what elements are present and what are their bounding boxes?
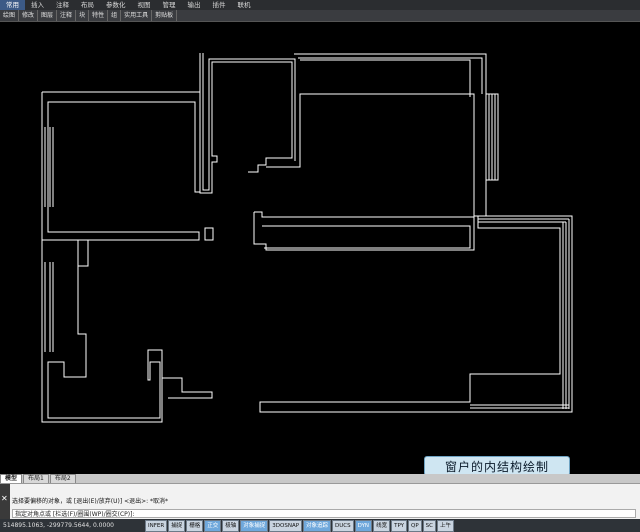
ribbon-tab-0[interactable]: 常用 (0, 0, 25, 10)
status-toggle-7[interactable]: 对象追踪 (303, 519, 332, 532)
wall-line (259, 215, 573, 413)
wall-line (298, 57, 483, 94)
ribbon-tab-9[interactable]: 联机 (232, 0, 257, 10)
wall-line (162, 377, 213, 399)
caption-label: 窗户的内结构绘制 (424, 456, 570, 476)
ribbon-tab-8[interactable]: 插件 (207, 0, 232, 10)
status-toggle-1[interactable]: 捕捉 (168, 519, 186, 532)
status-toggle-9[interactable]: DYN (354, 519, 373, 532)
status-toggle-4[interactable]: 极轴 (222, 519, 240, 532)
ribbon-panel-8[interactable]: 剪贴板 (152, 10, 178, 21)
coordinate-readout: 514895.1063, -299779.5644, 0.0000 (3, 522, 114, 529)
wall-line (41, 92, 200, 241)
status-toggle-5[interactable]: 对象捕捉 (240, 519, 269, 532)
ribbon-panel-2[interactable]: 图层 (38, 10, 58, 21)
status-toggle-12[interactable]: QP (408, 519, 422, 532)
ribbon-panel-bar: 绘图 修改 图层 注释块特性组实用工具 剪贴板 (0, 10, 640, 22)
command-window: ✕ 选择要偏移的对象，或 [退出(E)/放弃(U)] <退出>: *取消* 指定… (0, 483, 640, 520)
wall-line (41, 240, 163, 423)
status-bar: 514895.1063, -299779.5644, 0.0000 INFER 捕… (0, 519, 640, 532)
ribbon-tab-4[interactable]: 参数化 (100, 0, 132, 10)
layout-tab-2[interactable]: 布局2 (49, 474, 76, 483)
wall-line (199, 53, 293, 194)
command-input[interactable]: 指定对角点或 [栏选(F)/圈围(WP)/圈交(CP)]: (12, 509, 636, 518)
status-toggle-0[interactable]: INFER (145, 519, 168, 532)
ribbon-panel-7[interactable]: 实用工具 (121, 10, 153, 21)
layout-tab-bar: 模型 布局1 布局2 (0, 474, 640, 483)
wall-line (300, 59, 471, 97)
ribbon-tab-7[interactable]: 输出 (182, 0, 207, 10)
ribbon-panel-4[interactable]: 块 (76, 10, 90, 21)
command-window-handle[interactable]: ✕ (0, 484, 10, 520)
ribbon-tab-2[interactable]: 注释 (50, 0, 75, 10)
layout-tab-0[interactable]: 模型 (0, 474, 23, 483)
floor-plan-drawing (41, 53, 573, 423)
drawing-canvas[interactable]: 窗户的内结构绘制 (0, 22, 640, 476)
ribbon-panel-0[interactable]: 绘图 (0, 10, 20, 21)
ribbon-tab-3[interactable]: 布局 (75, 0, 100, 10)
status-toggle-13[interactable]: SC (422, 519, 436, 532)
ribbon-tab-6[interactable]: 管理 (157, 0, 182, 10)
ribbon-panel-6[interactable]: 组 (108, 10, 122, 21)
layout-tab-1[interactable]: 布局1 (23, 474, 49, 483)
status-toggle-10[interactable]: 线宽 (373, 519, 391, 532)
wall-line (262, 225, 471, 249)
command-history-line: 选择要偏移的对象，或 [退出(E)/放弃(U)] <退出>: *取消* (12, 498, 169, 505)
wall-line (253, 211, 475, 251)
ribbon-tab-1[interactable]: 插入 (25, 0, 50, 10)
ribbon-panel-1[interactable]: 修改 (19, 10, 39, 21)
status-toggle-2[interactable]: 栅格 (186, 519, 204, 532)
ribbon-panel-3[interactable]: 注释 (57, 10, 77, 21)
wall-line (204, 227, 214, 241)
wall-line (202, 53, 296, 191)
close-icon[interactable]: ✕ (1, 494, 8, 503)
status-toggle-11[interactable]: TPY (391, 519, 407, 532)
status-toggle-3[interactable]: 正交 (204, 519, 222, 532)
status-toggle-8[interactable]: DUCS (332, 519, 354, 532)
ribbon-tab-5[interactable]: 视图 (132, 0, 157, 10)
status-toggle-14[interactable]: 上午 (437, 519, 455, 532)
wall-line (266, 53, 499, 217)
ribbon-panel-5[interactable]: 特性 (89, 10, 109, 21)
status-toggle-6[interactable]: 3DOSNAP (269, 519, 303, 532)
wall-line (77, 239, 89, 267)
